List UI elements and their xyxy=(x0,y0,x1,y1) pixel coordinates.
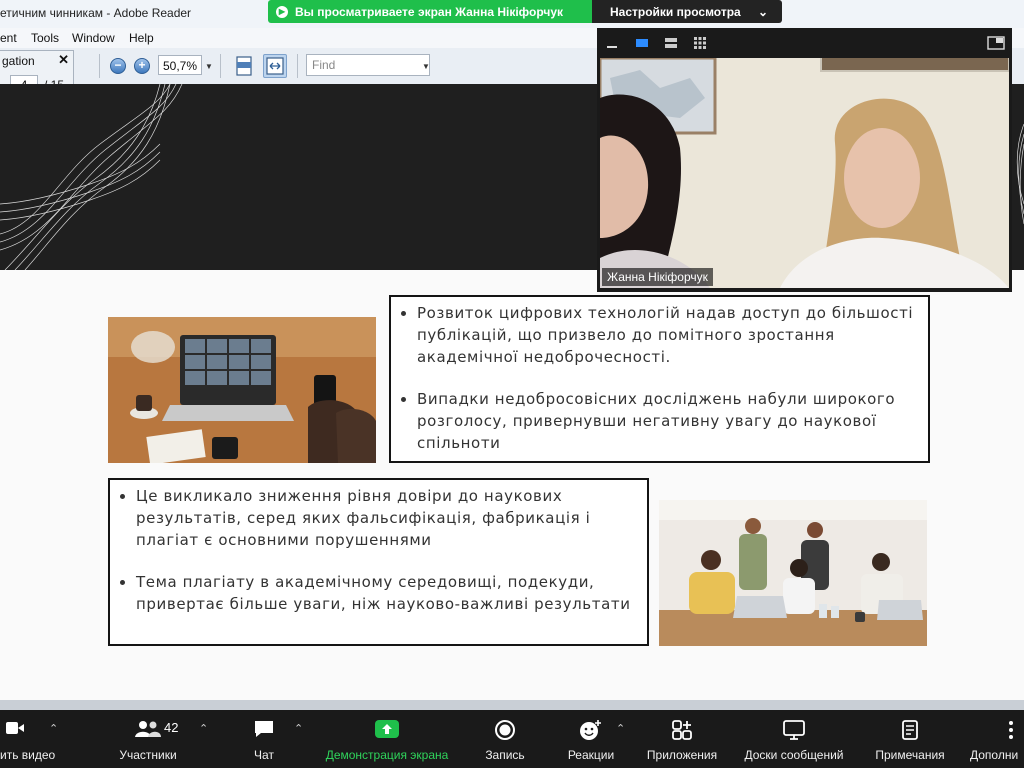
more-label: Дополни xyxy=(970,748,1019,762)
share-status-text: Вы просматриваете экран Жанна Нікіфорчук xyxy=(295,4,564,19)
chevron-up-icon[interactable]: ⌃ xyxy=(199,722,208,735)
share-screen-icon xyxy=(375,720,399,738)
menu-item-tools[interactable]: Tools xyxy=(31,31,59,45)
stop-video-label: ить видео xyxy=(0,748,56,762)
minimize-icon[interactable] xyxy=(605,36,619,50)
exit-fullscreen-icon[interactable] xyxy=(987,36,1005,50)
video-camera-icon xyxy=(6,722,24,734)
bullet-list: Розвиток цифрових технологій надав досту… xyxy=(393,302,918,454)
participants-label: Участники xyxy=(119,748,177,762)
share-status-icon: ▶ xyxy=(276,5,288,18)
screen-share-banner: ▶ Вы просматриваете экран Жанна Нікіфорч… xyxy=(268,0,782,23)
participants-count: 42 xyxy=(164,720,179,735)
text-box-bottom: Це викликало зниження рівня довіри до на… xyxy=(108,478,649,646)
whiteboards-label: Доски сообщений xyxy=(744,748,844,762)
meeting-controls: ить видео ⌃ 42 Участники ⌃ Чат ⌃ Демонст… xyxy=(0,710,1024,768)
participant-video: Жанна Нікіфорчук xyxy=(600,58,1009,288)
zoom-dropdown-icon[interactable]: ▼ xyxy=(205,62,213,71)
share-screen-label: Демонстрация экрана xyxy=(325,748,449,762)
gallery-view-icon[interactable] xyxy=(693,36,707,50)
video-panel: Жанна Нікіфорчук xyxy=(597,28,1012,292)
reactions-icon xyxy=(580,720,601,740)
menu-item-document[interactable]: ent xyxy=(0,31,17,45)
fit-page-icon[interactable] xyxy=(232,54,256,78)
participants-button[interactable]: 42 Участники xyxy=(106,710,190,768)
apps-button[interactable]: Приложения xyxy=(640,710,724,768)
toolbar-divider xyxy=(99,54,100,78)
whiteboards-button[interactable]: Доски сообщений xyxy=(734,710,854,768)
share-status: ▶ Вы просматриваете экран Жанна Нікіфорч… xyxy=(268,0,592,23)
participant-name: Жанна Нікіфорчук xyxy=(602,268,713,286)
speaker-view-icon[interactable] xyxy=(635,36,649,50)
chat-button[interactable]: Чат xyxy=(236,710,292,768)
chat-label: Чат xyxy=(254,748,274,762)
notes-label: Примечания xyxy=(875,748,945,762)
close-icon[interactable]: ✕ xyxy=(58,52,69,68)
chevron-up-icon[interactable]: ⌃ xyxy=(49,722,58,735)
notes-button[interactable]: Примечания xyxy=(866,710,954,768)
toolbar-divider xyxy=(297,54,298,78)
apps-label: Приложения xyxy=(646,748,718,762)
whiteboard-icon xyxy=(783,720,805,740)
zoom-level-input[interactable]: 50,7% xyxy=(158,55,202,75)
bullet-item: Тема плагіату в академічному середовищі,… xyxy=(136,571,637,615)
decorative-wave-right xyxy=(1016,123,1024,225)
apps-icon xyxy=(672,720,692,740)
record-button[interactable]: Запись xyxy=(476,710,534,768)
find-dropdown-icon[interactable]: ▼ xyxy=(422,62,430,71)
menu-item-help[interactable]: Help xyxy=(129,31,154,45)
stop-video-button[interactable]: ить видео xyxy=(0,710,60,768)
navigation-title: gation xyxy=(2,54,35,68)
more-button[interactable]: Дополни xyxy=(966,710,1024,768)
reactions-label: Реакции xyxy=(567,748,615,762)
decorative-wave xyxy=(0,84,183,270)
bullet-item: Випадки недобросовісних досліджень набул… xyxy=(417,388,918,454)
text-box-top: Розвиток цифрових технологій надав досту… xyxy=(389,295,930,463)
view-options-button[interactable]: Настройки просмотра ⌄ xyxy=(592,0,782,23)
notes-icon xyxy=(902,720,918,740)
fit-width-icon[interactable] xyxy=(263,54,287,78)
page-bottom-edge xyxy=(0,700,1024,710)
more-icon xyxy=(1009,721,1013,739)
laptop-call-photo xyxy=(108,317,376,463)
zoom-in-icon[interactable]: + xyxy=(134,58,150,74)
side-by-side-icon[interactable] xyxy=(664,36,678,50)
record-icon xyxy=(495,720,515,740)
chat-icon xyxy=(255,721,273,737)
bullet-list: Це викликало зниження рівня довіри до на… xyxy=(112,485,637,615)
reactions-button[interactable]: Реакции xyxy=(560,710,622,768)
chevron-up-icon[interactable]: ⌃ xyxy=(616,722,625,735)
view-options-label: Настройки просмотра xyxy=(610,4,741,19)
record-label: Запись xyxy=(485,748,525,762)
share-screen-button[interactable]: Демонстрация экрана xyxy=(316,710,458,768)
team-meeting-photo xyxy=(659,500,927,646)
toolbar-divider xyxy=(220,54,221,78)
menu-item-window[interactable]: Window xyxy=(72,31,115,45)
zoom-out-icon[interactable]: − xyxy=(110,58,126,74)
participants-icon xyxy=(135,721,161,737)
window-title: етичним чинникам - Adobe Reader xyxy=(0,6,192,20)
bullet-item: Це викликало зниження рівня довіри до на… xyxy=(136,485,637,551)
bullet-item: Розвиток цифрових технологій надав досту… xyxy=(417,302,918,368)
chevron-up-icon[interactable]: ⌃ xyxy=(294,722,303,735)
chevron-down-icon: ⌄ xyxy=(757,4,768,19)
video-panel-toolbar xyxy=(597,28,1012,58)
find-input[interactable]: Find xyxy=(306,54,430,76)
